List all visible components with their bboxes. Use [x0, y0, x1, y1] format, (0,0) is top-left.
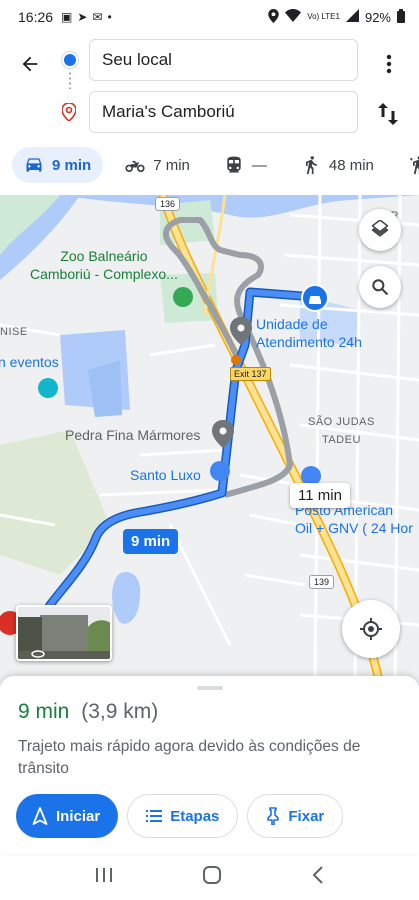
- pond-shape: [112, 571, 141, 624]
- label-pedra-fina: Pedra Fina Mármores: [65, 427, 201, 443]
- label-nise: NISE: [0, 326, 28, 338]
- home-button[interactable]: [202, 865, 222, 890]
- steps-button-label: Etapas: [170, 807, 220, 825]
- location-status-icon: [268, 8, 279, 26]
- destination-car-icon: [309, 296, 321, 304]
- walk-icon: [305, 156, 317, 175]
- santo-luxo-pin[interactable]: [210, 461, 230, 481]
- network-badge: Vo) LTE1: [307, 12, 340, 21]
- swap-vert-icon: [378, 103, 398, 125]
- mode-car-label: 9 min: [52, 156, 92, 174]
- more-options-button[interactable]: [377, 48, 401, 80]
- zoo-pin[interactable]: [173, 287, 193, 307]
- mode-transit[interactable]: —: [212, 147, 279, 183]
- battery-icon: [397, 8, 405, 26]
- more-vert-icon: [386, 54, 392, 74]
- route-note: Trajeto mais rápido agora devido às cond…: [18, 738, 361, 777]
- layers-icon: [371, 220, 389, 237]
- route-connector: [69, 71, 71, 89]
- swap-button[interactable]: [373, 98, 403, 130]
- ride-hailing-icon: [409, 156, 419, 175]
- start-button[interactable]: Iniciar: [16, 794, 119, 838]
- image-notification-icon: ▣: [61, 10, 73, 24]
- street-view-thumbnail[interactable]: [16, 605, 112, 661]
- back-system-button[interactable]: [312, 865, 324, 890]
- route-summary: 9 min (3,9 km): [18, 700, 158, 724]
- travel-modes: 9 min 7 min — 48 min 9 m: [0, 144, 419, 186]
- alt-route-time-badge[interactable]: 11 min: [290, 483, 350, 508]
- pin-icon: [267, 807, 280, 825]
- route-distance: (3,9 km): [81, 700, 159, 723]
- car-icon: [26, 158, 42, 172]
- exit-dot: [231, 355, 241, 365]
- steps-button[interactable]: Etapas: [127, 794, 239, 838]
- motorcycle-icon: [125, 160, 145, 173]
- my-location-icon: [360, 618, 382, 640]
- label-eventos: n eventos: [0, 354, 59, 370]
- recents-icon: [95, 867, 112, 882]
- route-summary-sheet: 9 min (3,9 km) Trajeto mais rápido agora…: [0, 676, 419, 854]
- my-location-button[interactable]: [342, 600, 400, 658]
- destination-field[interactable]: Maria's Camboriú: [89, 91, 358, 133]
- status-time: 16:26: [18, 9, 54, 25]
- recent-apps-button[interactable]: [95, 867, 113, 888]
- primary-route-time-badge[interactable]: 9 min: [123, 529, 179, 554]
- status-bar: 16:26 ▣ ➤ ✉ • Vo) LTE1 92%: [0, 0, 419, 34]
- mode-motorcycle[interactable]: 7 min: [113, 147, 202, 183]
- start-button-label: Iniciar: [56, 807, 101, 825]
- arrow-back-icon: [22, 56, 38, 72]
- pin-button[interactable]: Fixar: [247, 794, 344, 838]
- status-right: Vo) LTE1 92%: [268, 8, 405, 26]
- sheet-drag-handle[interactable]: [197, 686, 223, 690]
- pin-button-label: Fixar: [288, 807, 325, 825]
- road-shield-136: 136: [155, 197, 181, 211]
- origin-dot-icon: [64, 54, 76, 66]
- back-button[interactable]: [14, 48, 46, 80]
- street-view-image: [18, 607, 110, 659]
- label-zoo: Zoo Balneário Camboriú - Complexo...: [30, 248, 178, 282]
- mode-ride[interactable]: 9 m: [396, 147, 419, 183]
- label-santo-luxo: Santo Luxo: [130, 467, 201, 483]
- navigation-arrow-icon: [32, 807, 48, 825]
- list-icon: [146, 810, 163, 822]
- lagoon-2: [88, 360, 122, 417]
- mode-walk[interactable]: 48 min: [289, 147, 386, 183]
- mode-transit-label: —: [251, 156, 267, 174]
- origin-field[interactable]: Seu local: [89, 39, 358, 81]
- label-sao-judas: SÃO JUDAS TADEU: [308, 416, 375, 446]
- destination-pin-icon: [61, 102, 77, 126]
- more-notifications-icon: •: [107, 10, 112, 24]
- route-actions: Iniciar Etapas Fixar: [16, 794, 344, 838]
- road-shield-139: 139: [309, 575, 335, 589]
- battery-percent: 92%: [364, 9, 391, 25]
- mode-walk-label: 48 min: [328, 156, 374, 174]
- transit-icon: [227, 156, 241, 173]
- mode-car[interactable]: 9 min: [12, 147, 104, 183]
- telegram-notification-icon: ➤: [77, 10, 88, 24]
- home-icon: [203, 865, 222, 884]
- wifi-icon: [285, 9, 302, 25]
- chevron-left-icon: [312, 865, 323, 884]
- layers-button[interactable]: [359, 209, 401, 251]
- search-along-route-button[interactable]: [359, 266, 401, 308]
- label-unidade: Unidade de Atendimento 24h: [256, 316, 362, 350]
- mail-notification-icon: ✉: [92, 10, 103, 24]
- eventos-pin[interactable]: [38, 378, 58, 398]
- route-duration: 9 min: [18, 700, 70, 723]
- signal-icon: [345, 9, 359, 25]
- system-nav-bar: [0, 854, 419, 900]
- map-view[interactable]: 136 139 Exit 137 BAR Zoo Balneário Cambo…: [0, 195, 419, 685]
- search-icon: [372, 279, 389, 296]
- maps-directions-screen: 16:26 ▣ ➤ ✉ • Vo) LTE1 92% Seu local Mar…: [0, 0, 419, 900]
- exit-137-badge: Exit 137: [230, 367, 271, 381]
- directions-header: Seu local Maria's Camboriú: [0, 34, 419, 144]
- notification-icons: ▣ ➤ ✉ •: [61, 10, 112, 24]
- mode-motorcycle-label: 7 min: [153, 156, 190, 174]
